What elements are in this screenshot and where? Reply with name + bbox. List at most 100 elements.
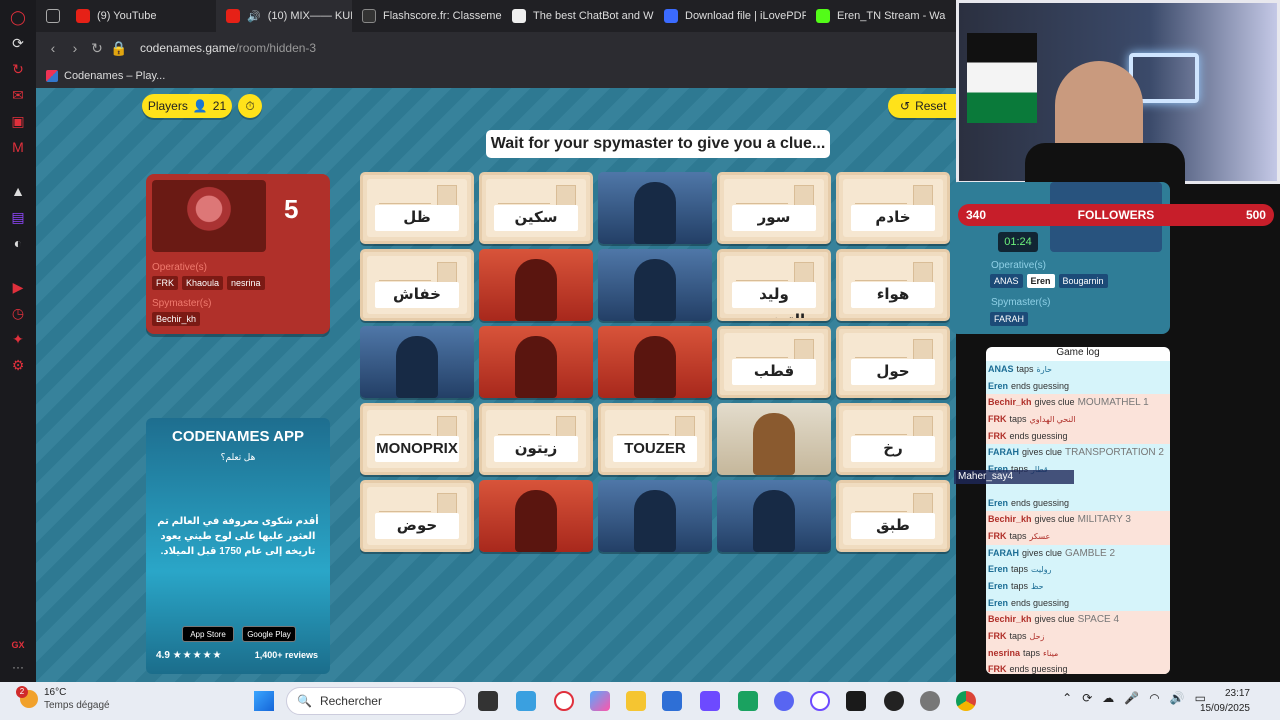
terminal-icon[interactable] (846, 691, 866, 711)
tab[interactable]: 🔊 (10) MIX—— KUN A (216, 0, 352, 32)
cloud-icon[interactable]: ☁ (1102, 691, 1114, 705)
discord-taskbar-icon[interactable] (774, 691, 794, 711)
photos-icon[interactable] (516, 691, 536, 711)
history-icon[interactable]: ◷ (7, 302, 29, 324)
word-card[interactable]: سور (717, 172, 831, 244)
forward-icon[interactable]: › (64, 40, 86, 56)
windows-start-icon[interactable] (254, 691, 274, 711)
log-player: Eren (988, 497, 1009, 508)
tab[interactable]: Download file | iLovePDF (654, 0, 806, 32)
log-player: Bechir_kh (988, 514, 1032, 525)
copilot-icon[interactable] (590, 691, 610, 711)
player-chip[interactable]: FRK (152, 276, 178, 290)
word-card[interactable]: خادم (836, 172, 950, 244)
log-action: gives clue (1022, 547, 1063, 558)
url-field[interactable]: codenames.game/room/hidden-3 (140, 41, 316, 55)
opera-icon[interactable] (554, 691, 574, 711)
volume-icon[interactable]: 🔊 (1170, 691, 1185, 705)
more-icon[interactable]: ··· (12, 660, 24, 674)
bookmark-item[interactable]: Codenames – Play... (64, 70, 165, 82)
player-icon[interactable]: ▶ (7, 276, 29, 298)
bookmark-icon[interactable]: ▣ (7, 110, 29, 132)
word-card[interactable]: TOUZER (598, 403, 712, 475)
player-chip[interactable]: Khaoula (182, 276, 224, 290)
sync-tray-icon[interactable]: ⟳ (1082, 691, 1092, 705)
sync-icon[interactable]: ⟳ (7, 32, 29, 54)
aria-icon[interactable]: ▲ (7, 180, 29, 202)
proton-icon[interactable] (700, 691, 720, 711)
red-agent-card[interactable] (479, 326, 593, 398)
word-card[interactable]: ظل (360, 172, 474, 244)
twitch-icon[interactable]: ▤ (7, 206, 29, 228)
discord-icon[interactable]: ◐ (7, 232, 29, 254)
wifi-icon[interactable]: ◠ (1149, 691, 1159, 705)
red-operatives-label: Operative(s) (152, 262, 208, 273)
player-chip[interactable]: Bechir_kh (152, 312, 201, 326)
explorer-icon[interactable] (626, 691, 646, 711)
blue-agent-card[interactable] (598, 480, 712, 552)
blue-agent-card[interactable] (717, 480, 831, 552)
chevron-up-icon[interactable]: ⌃ (1062, 691, 1072, 705)
word-card[interactable]: حول (836, 326, 950, 398)
card-face: خفاش (367, 256, 467, 314)
refresh-icon[interactable]: ↻ (7, 58, 29, 80)
clock[interactable]: 23:17 15/09/2025 (1200, 686, 1250, 716)
player-chip[interactable]: Eren (1026, 274, 1055, 288)
google-play-button[interactable]: Google Play (242, 626, 296, 642)
search-box[interactable]: 🔍 Rechercher (286, 687, 466, 715)
blue-agent-card[interactable] (598, 172, 712, 244)
red-agent-card[interactable] (598, 326, 712, 398)
word-card[interactable]: هواء (836, 249, 950, 321)
store-icon[interactable] (662, 691, 682, 711)
word-card[interactable]: سكين (479, 172, 593, 244)
word-card[interactable]: وليد التونسي (717, 249, 831, 321)
mic-icon[interactable]: 🎤 (1124, 691, 1139, 705)
log-entry: nesrina taps ميناء (986, 644, 1170, 662)
app-store-button[interactable]: App Store (182, 626, 234, 642)
player-chip[interactable]: ANAS (990, 274, 1023, 288)
weather-widget[interactable]: 2 16°C Temps dégagé (16, 686, 110, 712)
word-card[interactable]: زيتون (479, 403, 593, 475)
log-entry: FARAH gives clue TRANSPORTATION 2 (986, 444, 1170, 462)
word-card[interactable]: حوض (360, 480, 474, 552)
tab[interactable]: Flashscore.fr: Classeme (352, 0, 502, 32)
red-agent-card[interactable] (479, 249, 593, 321)
player-chip[interactable]: nesrina (227, 276, 265, 290)
word-card[interactable]: MONOPRIX (360, 403, 474, 475)
tab[interactable]: The best ChatBot and W (502, 0, 654, 32)
game-log[interactable]: Game log ANAS taps حارة Eren ends guessing Be… (986, 347, 1170, 674)
app-ad[interactable]: CODENAMES APP هل تعلم؟ أقدم شكوى معروفة … (146, 418, 330, 674)
gx-icon[interactable]: GX (11, 640, 24, 650)
word-card[interactable]: قطب (717, 326, 831, 398)
back-icon[interactable]: ‹ (42, 40, 64, 56)
blue-agent-card[interactable] (360, 326, 474, 398)
reload-icon[interactable]: ↻ (86, 40, 108, 57)
settings-icon[interactable]: ⚙ (7, 354, 29, 376)
players-button[interactable]: Players 👤 21 (142, 94, 232, 118)
word-card[interactable]: خفاش (360, 249, 474, 321)
github-icon[interactable] (884, 691, 904, 711)
tab-mini[interactable] (36, 0, 66, 32)
reset-button[interactable]: ↺ Reset (888, 94, 956, 118)
timer-button[interactable]: ⏱ (238, 94, 262, 118)
extensions-icon[interactable]: ✦ (7, 328, 29, 350)
word-card[interactable]: رخ (836, 403, 950, 475)
player-chip[interactable]: FARAH (990, 312, 1029, 326)
chrome-icon[interactable] (956, 691, 976, 711)
operagx-icon[interactable] (810, 691, 830, 711)
red-agent-card[interactable] (479, 480, 593, 552)
messenger-icon[interactable]: ✉ (7, 84, 29, 106)
file-icon[interactable] (478, 691, 498, 711)
word-card[interactable]: طبق (836, 480, 950, 552)
card-word: هواء (851, 282, 935, 308)
blue-agent-card[interactable] (598, 249, 712, 321)
gear-icon[interactable] (920, 691, 940, 711)
tab[interactable]: Eren_TN Stream - Wa (806, 0, 956, 32)
calendar-icon[interactable] (738, 691, 758, 711)
neutral-agent-card[interactable] (717, 403, 831, 475)
opera-logo-icon[interactable]: ◯ (7, 6, 29, 28)
tab[interactable]: (9) YouTube (66, 0, 216, 32)
player-chip[interactable]: Bougarnin (1058, 274, 1108, 288)
mail-icon[interactable]: M (7, 136, 29, 158)
log-player: Eren (988, 380, 1009, 391)
